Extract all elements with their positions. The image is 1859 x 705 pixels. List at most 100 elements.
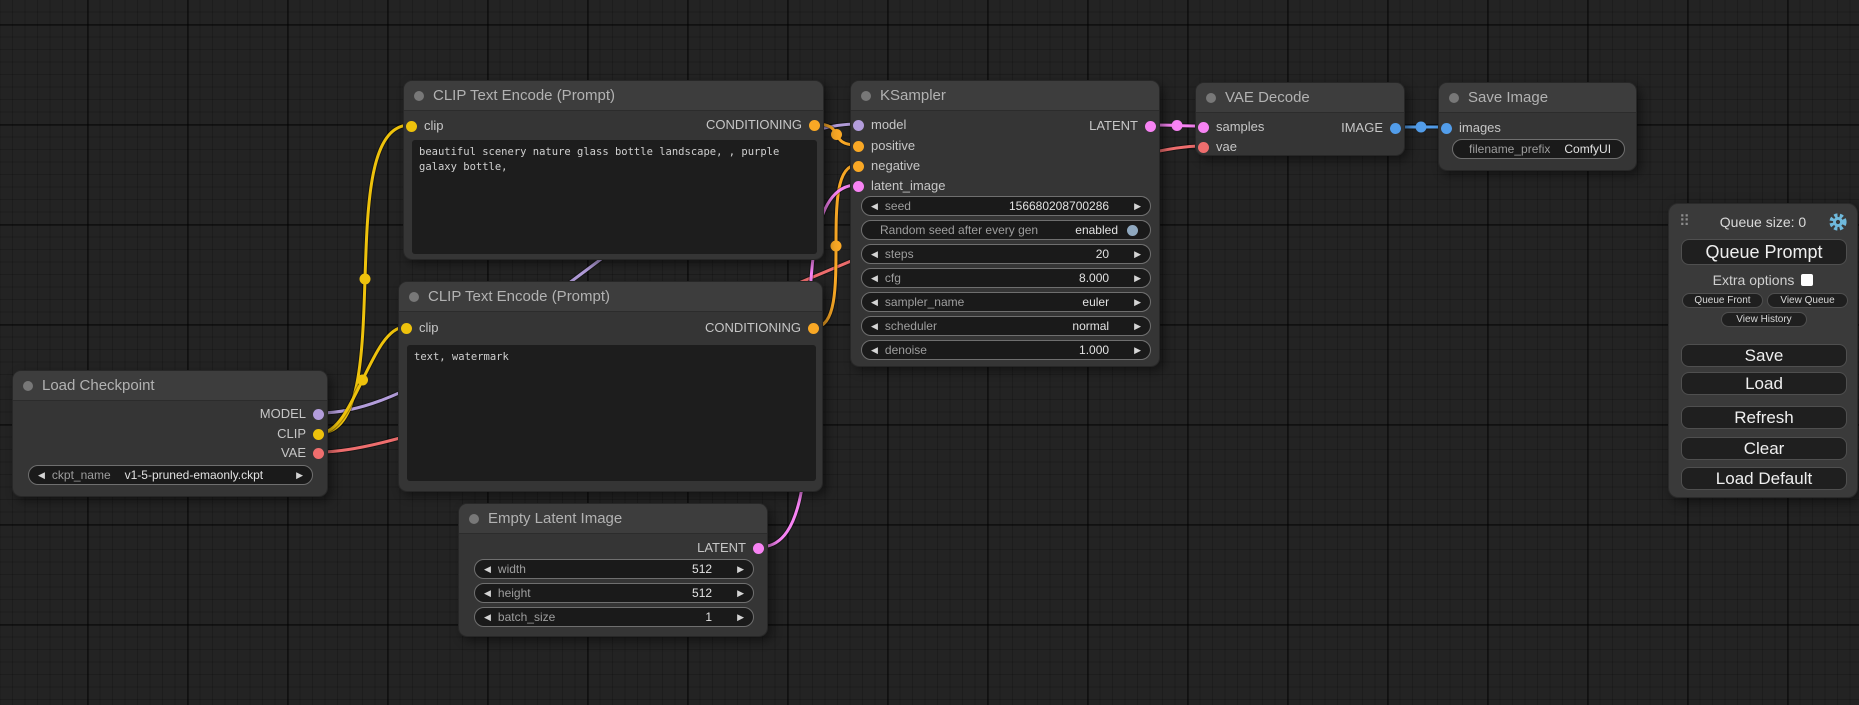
clip-port-dot-icon[interactable]	[313, 429, 324, 440]
decrement-arrow-icon[interactable]: ◀	[484, 583, 491, 603]
output-port-conditioning[interactable]: CONDITIONING	[705, 321, 819, 335]
decrement-arrow-icon[interactable]: ◀	[871, 292, 878, 312]
collapse-dot-icon[interactable]	[414, 91, 424, 101]
increment-arrow-icon[interactable]: ▶	[737, 583, 744, 603]
decrement-arrow-icon[interactable]: ◀	[38, 465, 45, 485]
widget-cfg[interactable]: ◀ cfg 8.000 ▶	[861, 268, 1151, 288]
decrement-arrow-icon[interactable]: ◀	[871, 196, 878, 216]
node-save-image[interactable]: Save Image images filename_prefix ComfyU…	[1438, 82, 1637, 171]
view-history-button[interactable]: View History	[1721, 312, 1807, 327]
queue-front-button[interactable]: Queue Front	[1682, 293, 1763, 308]
widget-sampler-name[interactable]: ◀ sampler_name euler ▶	[861, 292, 1151, 312]
model-port-dot-icon[interactable]	[853, 120, 864, 131]
widget-steps[interactable]: ◀ steps 20 ▶	[861, 244, 1151, 264]
decrement-arrow-icon[interactable]: ◀	[871, 268, 878, 288]
collapse-dot-icon[interactable]	[861, 91, 871, 101]
node-title-bar[interactable]: VAE Decode	[1196, 83, 1404, 113]
load-default-button[interactable]: Load Default	[1681, 467, 1847, 490]
node-ksampler[interactable]: KSampler model positive negative latent_…	[850, 80, 1160, 367]
output-port-latent[interactable]: LATENT	[697, 541, 764, 555]
increment-arrow-icon[interactable]: ▶	[1134, 244, 1141, 264]
decrement-arrow-icon[interactable]: ◀	[484, 559, 491, 579]
increment-arrow-icon[interactable]: ▶	[1134, 196, 1141, 216]
decrement-arrow-icon[interactable]: ◀	[871, 340, 878, 360]
view-queue-button[interactable]: View Queue	[1767, 293, 1848, 308]
decrement-arrow-icon[interactable]: ◀	[871, 244, 878, 264]
increment-arrow-icon[interactable]: ▶	[737, 559, 744, 579]
input-port-model[interactable]: model	[853, 118, 906, 132]
output-port-clip[interactable]: CLIP	[277, 427, 324, 441]
toggle-dot-icon[interactable]	[1127, 225, 1138, 236]
input-port-clip[interactable]: clip	[401, 321, 439, 335]
output-port-conditioning[interactable]: CONDITIONING	[706, 118, 820, 132]
vae-port-dot-icon[interactable]	[1198, 142, 1209, 153]
latent-port-dot-icon[interactable]	[753, 543, 764, 554]
output-port-vae[interactable]: VAE	[281, 446, 324, 460]
decrement-arrow-icon[interactable]: ◀	[871, 316, 878, 336]
load-button[interactable]: Load	[1681, 372, 1847, 395]
input-port-positive[interactable]: positive	[853, 139, 915, 153]
widget-seed[interactable]: ◀ seed 156680208700286 ▶	[861, 196, 1151, 216]
node-title-bar[interactable]: Load Checkpoint	[13, 371, 327, 401]
widget-denoise[interactable]: ◀ denoise 1.000 ▶	[861, 340, 1151, 360]
increment-arrow-icon[interactable]: ▶	[1134, 316, 1141, 336]
refresh-button[interactable]: Refresh	[1681, 406, 1847, 429]
save-button[interactable]: Save	[1681, 344, 1847, 367]
latent-port-dot-icon[interactable]	[853, 181, 864, 192]
widget-height[interactable]: ◀ height 512 ▶	[474, 583, 754, 603]
input-port-clip[interactable]: clip	[406, 119, 444, 133]
output-port-model[interactable]: MODEL	[260, 407, 324, 421]
widget-scheduler[interactable]: ◀ scheduler normal ▶	[861, 316, 1151, 336]
image-port-dot-icon[interactable]	[1441, 123, 1452, 134]
queue-prompt-button[interactable]: Queue Prompt	[1681, 239, 1847, 265]
node-clip-text-encode-negative[interactable]: CLIP Text Encode (Prompt) clip CONDITION…	[398, 281, 823, 492]
increment-arrow-icon[interactable]: ▶	[1134, 340, 1141, 360]
node-empty-latent-image[interactable]: Empty Latent Image LATENT ◀ width 512 ▶ …	[458, 503, 768, 637]
decrement-arrow-icon[interactable]: ◀	[484, 607, 491, 627]
clip-port-dot-icon[interactable]	[406, 121, 417, 132]
node-title-bar[interactable]: Empty Latent Image	[459, 504, 767, 534]
node-load-checkpoint[interactable]: Load Checkpoint MODEL CLIP VAE ◀ ckpt_na…	[12, 370, 328, 497]
node-title-bar[interactable]: CLIP Text Encode (Prompt)	[404, 81, 823, 111]
collapse-dot-icon[interactable]	[1206, 93, 1216, 103]
prompt-textarea[interactable]: text, watermark	[407, 345, 816, 481]
latent-port-dot-icon[interactable]	[1198, 122, 1209, 133]
model-port-dot-icon[interactable]	[313, 409, 324, 420]
latent-port-dot-icon[interactable]	[1145, 121, 1156, 132]
collapse-dot-icon[interactable]	[1449, 93, 1459, 103]
widget-batch-size[interactable]: ◀ batch_size 1 ▶	[474, 607, 754, 627]
node-clip-text-encode-positive[interactable]: CLIP Text Encode (Prompt) clip CONDITION…	[403, 80, 824, 260]
increment-arrow-icon[interactable]: ▶	[1134, 292, 1141, 312]
input-port-samples[interactable]: samples	[1198, 120, 1264, 134]
prompt-textarea[interactable]: beautiful scenery nature glass bottle la…	[412, 140, 817, 254]
clear-button[interactable]: Clear	[1681, 437, 1847, 460]
vae-port-dot-icon[interactable]	[313, 448, 324, 459]
node-title-bar[interactable]: CLIP Text Encode (Prompt)	[399, 282, 822, 312]
widget-filename-prefix[interactable]: filename_prefix ComfyUI	[1452, 139, 1625, 159]
increment-arrow-icon[interactable]: ▶	[737, 607, 744, 627]
node-title-bar[interactable]: Save Image	[1439, 83, 1636, 113]
input-port-vae[interactable]: vae	[1198, 140, 1237, 154]
conditioning-port-dot-icon[interactable]	[809, 120, 820, 131]
node-vae-decode[interactable]: VAE Decode samples vae IMAGE	[1195, 82, 1405, 156]
increment-arrow-icon[interactable]: ▶	[1134, 268, 1141, 288]
node-title-bar[interactable]: KSampler	[851, 81, 1159, 111]
graph-canvas[interactable]: Load Checkpoint MODEL CLIP VAE ◀ ckpt_na…	[0, 0, 1859, 705]
collapse-dot-icon[interactable]	[469, 514, 479, 524]
input-port-latent-image[interactable]: latent_image	[853, 179, 945, 193]
conditioning-port-dot-icon[interactable]	[808, 323, 819, 334]
widget-ckpt-name[interactable]: ◀ ckpt_name v1-5-pruned-emaonly.ckpt ▶	[28, 465, 313, 485]
image-port-dot-icon[interactable]	[1390, 123, 1401, 134]
widget-width[interactable]: ◀ width 512 ▶	[474, 559, 754, 579]
extra-options-checkbox[interactable]	[1801, 274, 1813, 286]
output-port-image[interactable]: IMAGE	[1341, 121, 1401, 135]
output-port-latent[interactable]: LATENT	[1089, 119, 1156, 133]
widget-random-seed-toggle[interactable]: Random seed after every gen enabled	[861, 220, 1151, 240]
collapse-dot-icon[interactable]	[409, 292, 419, 302]
settings-gear-icon[interactable]	[1828, 212, 1848, 232]
input-port-negative[interactable]: negative	[853, 159, 920, 173]
conditioning-port-dot-icon[interactable]	[853, 141, 864, 152]
clip-port-dot-icon[interactable]	[401, 323, 412, 334]
conditioning-port-dot-icon[interactable]	[853, 161, 864, 172]
collapse-dot-icon[interactable]	[23, 381, 33, 391]
